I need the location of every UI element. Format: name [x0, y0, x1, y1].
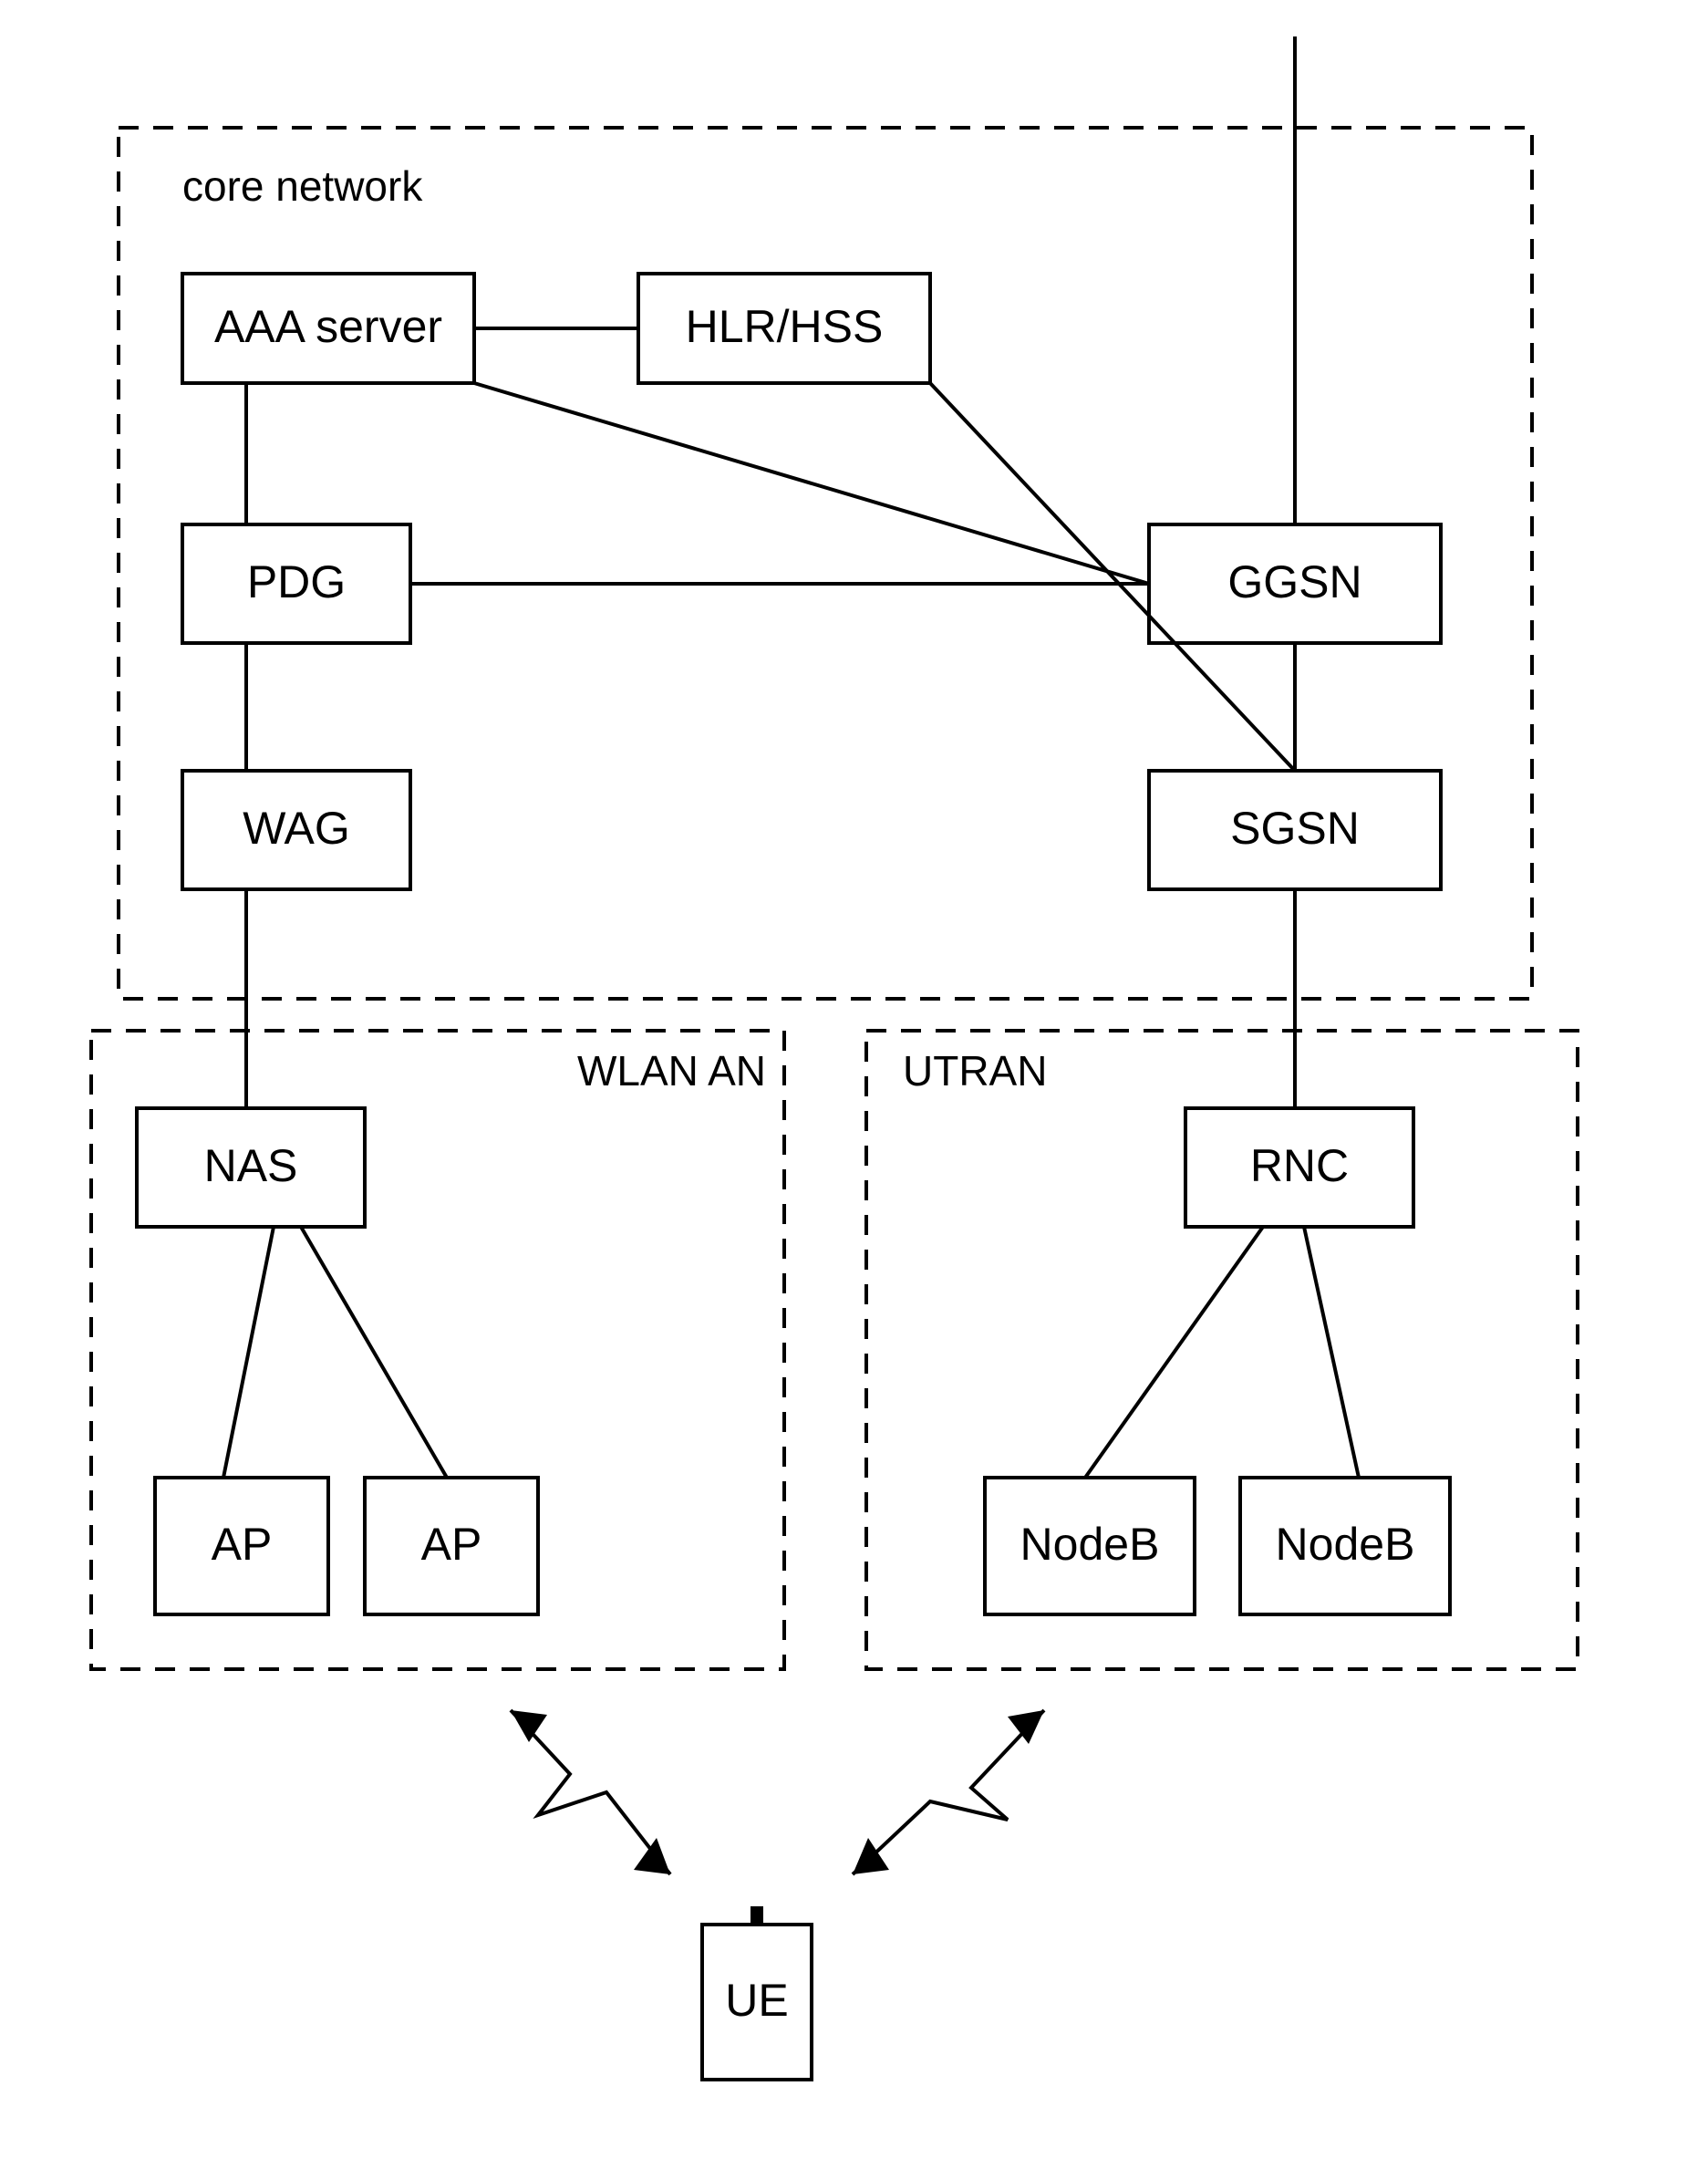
wireless-link-utran-ue: [853, 1710, 1044, 1874]
ap1-label: AP: [212, 1519, 273, 1570]
link-rnc-nb1: [1085, 1227, 1263, 1478]
aaa-server-label: AAA server: [214, 301, 442, 352]
link-nas-ap1: [223, 1227, 274, 1478]
network-diagram: core network AAA server HLR/HSS PDG GGSN…: [0, 0, 1708, 2169]
nodeb2-label: NodeB: [1276, 1519, 1415, 1570]
utran-label: UTRAN: [903, 1047, 1047, 1095]
rnc-label: RNC: [1250, 1140, 1349, 1191]
pdg-label: PDG: [247, 556, 346, 607]
wag-label: WAG: [243, 803, 350, 854]
wireless-link-wlan-ue: [511, 1710, 670, 1874]
hlr-hss-label: HLR/HSS: [686, 301, 884, 352]
ue-antenna-icon: [750, 1906, 763, 1925]
sgsn-label: SGSN: [1230, 803, 1360, 854]
link-aaa-ggsn: [474, 383, 1149, 584]
ue-label: UE: [725, 1975, 788, 2026]
nodeb1-label: NodeB: [1020, 1519, 1160, 1570]
core-network-label: core network: [182, 162, 423, 210]
wlan-an-label: WLAN AN: [577, 1047, 766, 1095]
link-nas-ap2: [301, 1227, 447, 1478]
link-rnc-nb2: [1304, 1227, 1359, 1478]
ggsn-label: GGSN: [1227, 556, 1361, 607]
ap2-label: AP: [421, 1519, 482, 1570]
nas-label: NAS: [204, 1140, 298, 1191]
